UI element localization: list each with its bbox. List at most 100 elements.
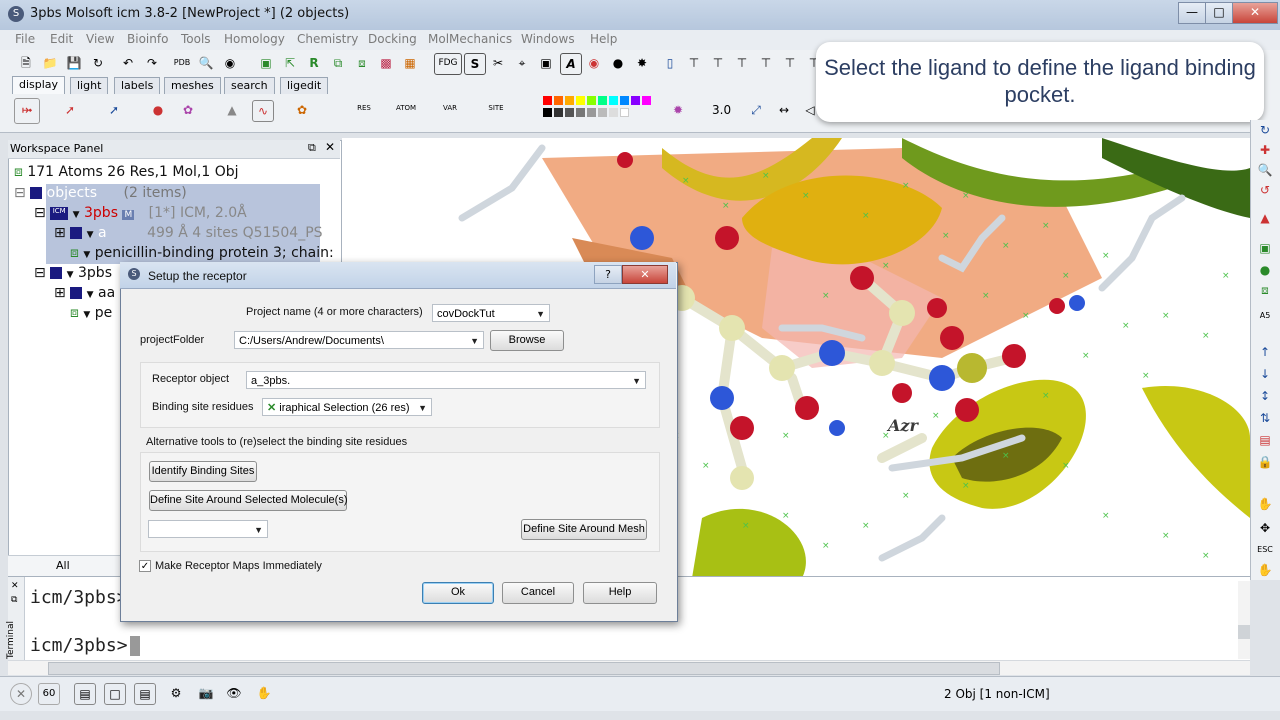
menu-molmechanics[interactable]: MolMechanics bbox=[428, 32, 512, 46]
atom-label-icon[interactable]: ATOM bbox=[396, 98, 416, 118]
dialog-close-button[interactable]: ✕ bbox=[622, 265, 668, 284]
terminal-scroll-thumb[interactable] bbox=[1238, 625, 1250, 639]
tag-icon[interactable]: ◉ bbox=[220, 53, 240, 73]
green-tool-icon[interactable]: ⧈ bbox=[1255, 280, 1275, 300]
grid-icon[interactable]: ▦ bbox=[400, 53, 420, 73]
settings-icon[interactable]: ⚙ bbox=[166, 683, 186, 703]
transform-icon[interactable]: ⧈ bbox=[352, 53, 372, 73]
maps-checkbox[interactable]: ✓ bbox=[139, 560, 151, 572]
zoom-icon[interactable]: 🔍 bbox=[1255, 160, 1275, 180]
objects-row[interactable]: ⊟ objects (2 items) bbox=[14, 185, 187, 201]
align-top-icon[interactable]: ▯ bbox=[660, 53, 680, 73]
s-button[interactable]: S bbox=[464, 53, 486, 75]
collapse-icon[interactable]: ⊟ bbox=[14, 185, 26, 201]
cross-arrows-icon[interactable]: ✥ bbox=[1255, 518, 1275, 538]
expand-icon[interactable]: ⊞ bbox=[54, 225, 66, 241]
mesh-select-combo[interactable]: ▼ bbox=[148, 520, 268, 538]
menu-edit[interactable]: Edit bbox=[50, 32, 73, 46]
green-sphere-icon[interactable]: ● bbox=[1255, 260, 1275, 280]
display-wire-icon[interactable]: ⤠ bbox=[14, 98, 40, 124]
var-label-icon[interactable]: VAR bbox=[440, 98, 460, 118]
a5-icon[interactable]: A5 bbox=[1255, 306, 1275, 326]
menu-bioinfo[interactable]: Bioinfo bbox=[127, 32, 168, 46]
menu-chemistry[interactable]: Chemistry bbox=[297, 32, 358, 46]
protein-row[interactable]: ⧈ ▼ penicillin-binding protein 3; chain: bbox=[70, 245, 334, 261]
obj1-row[interactable]: ⊟ ICM ▼ 3pbs M [1*] ICM, 2.0Å bbox=[34, 205, 247, 221]
receptor-object-combo[interactable]: a_3pbs. ▼ bbox=[246, 371, 646, 389]
hand-icon[interactable]: ✋ bbox=[1255, 560, 1275, 580]
project-folder-combo[interactable]: C:/Users/Andrew/Documents\ ▼ bbox=[234, 331, 484, 349]
window-toggle-icon[interactable]: □ bbox=[104, 683, 126, 705]
swatch-orange[interactable] bbox=[554, 96, 563, 105]
wand-icon[interactable]: ✸ bbox=[632, 53, 652, 73]
swatch-yellow[interactable] bbox=[576, 96, 585, 105]
define-site-selected-button[interactable]: Define Site Around Selected Molecule(s) bbox=[149, 490, 348, 511]
project-name-combo[interactable]: covDockTut ▼ bbox=[432, 304, 550, 322]
move-down-icon[interactable]: ↓ bbox=[1255, 364, 1275, 384]
float-panel-icon[interactable]: ⧉ bbox=[308, 141, 316, 155]
terminal-float-icon[interactable]: ⧉ bbox=[11, 595, 17, 605]
scissors-icon[interactable]: ✂ bbox=[488, 53, 508, 73]
swatch-red[interactable] bbox=[543, 96, 552, 105]
terminal-scrollbar[interactable] bbox=[1238, 581, 1250, 659]
redo-icon[interactable]: ↷ bbox=[142, 53, 162, 73]
identify-binding-sites-button[interactable]: Identify Binding Sites bbox=[149, 461, 257, 482]
stripe-icon[interactable]: ▤ bbox=[1255, 430, 1275, 450]
hand-rotate-icon[interactable]: ✋ bbox=[1255, 494, 1275, 514]
aa-row[interactable]: ⊞ ▼ aa bbox=[54, 285, 115, 301]
color-palette[interactable] bbox=[543, 96, 667, 122]
swatch-gray4[interactable] bbox=[587, 108, 596, 117]
save-icon[interactable]: 💾 bbox=[64, 53, 84, 73]
terminal-close-icon[interactable]: ✕ bbox=[11, 581, 19, 591]
expand-icon[interactable]: ⊞ bbox=[54, 285, 66, 301]
workspace-toggle-icon[interactable]: ▤ bbox=[74, 683, 96, 705]
distance-icon[interactable]: ↔ bbox=[774, 100, 794, 120]
menu-homology[interactable]: Homology bbox=[224, 32, 285, 46]
color-wheel-icon[interactable]: ✹ bbox=[668, 100, 688, 120]
undo-icon[interactable]: ↶ bbox=[118, 53, 138, 73]
swatch-gray2[interactable] bbox=[565, 108, 574, 117]
menu-view[interactable]: View bbox=[86, 32, 114, 46]
box-icon[interactable]: ▣ bbox=[536, 53, 556, 73]
swatch-lime[interactable] bbox=[587, 96, 596, 105]
pdb-icon[interactable]: PDB bbox=[172, 53, 192, 73]
swatch-black[interactable] bbox=[543, 108, 552, 117]
swatch-cyan[interactable] bbox=[609, 96, 618, 105]
menu-tools[interactable]: Tools bbox=[181, 32, 211, 46]
maximize-button[interactable]: □ bbox=[1205, 2, 1233, 24]
swatch-violet[interactable] bbox=[631, 96, 640, 105]
swatch-green[interactable] bbox=[598, 96, 607, 105]
align-icon-2[interactable]: ⊤ bbox=[708, 53, 728, 73]
minimize-button[interactable]: — bbox=[1178, 2, 1206, 24]
app-icon[interactable]: S bbox=[8, 6, 24, 22]
tab-light[interactable]: light bbox=[70, 77, 109, 94]
cpk-icon[interactable]: ✿ bbox=[178, 100, 198, 120]
close-button[interactable]: ✕ bbox=[1232, 2, 1278, 24]
menu-docking[interactable]: Docking bbox=[368, 32, 417, 46]
swatch-gray1[interactable] bbox=[554, 108, 563, 117]
help-button[interactable]: Help bbox=[583, 582, 657, 604]
binding-site-combo[interactable]: ✕ iraphical Selection (26 res) ▼ bbox=[262, 398, 432, 416]
stop-icon[interactable]: ✕ bbox=[10, 683, 32, 705]
zoom-value[interactable]: 3.0 bbox=[712, 103, 731, 117]
dialog-help-button[interactable]: ? bbox=[594, 265, 622, 284]
move-both-icon[interactable]: ↕ bbox=[1255, 386, 1275, 406]
stick-icon[interactable]: ➚ bbox=[104, 100, 124, 120]
terminal-prompt[interactable]: icm/3pbs> bbox=[30, 635, 140, 656]
align-icon-1[interactable]: ⊤ bbox=[684, 53, 704, 73]
collapse-icon[interactable]: ⊟ bbox=[34, 265, 46, 281]
horizontal-scroll-thumb[interactable] bbox=[48, 662, 1000, 675]
compress-icon[interactable]: ⇅ bbox=[1255, 408, 1275, 428]
menu-file[interactable]: File bbox=[15, 32, 35, 46]
esc-icon[interactable]: ESC bbox=[1255, 540, 1275, 560]
obj1-child-row[interactable]: ⊞ ▼ a 499 Å 4 sites Q51504_PS bbox=[54, 225, 323, 241]
tab-search[interactable]: search bbox=[224, 77, 275, 94]
res-label-icon[interactable]: RES bbox=[354, 98, 374, 118]
horizontal-scrollbar[interactable] bbox=[8, 660, 1250, 675]
surface-icon[interactable]: ▲ bbox=[222, 100, 242, 120]
swatch-gray6[interactable] bbox=[609, 108, 618, 117]
shape-icon[interactable]: ▩ bbox=[376, 53, 396, 73]
lock-icon[interactable]: 🔒 bbox=[1255, 452, 1275, 472]
move-up-icon[interactable]: ↑ bbox=[1255, 342, 1275, 362]
crosshair-icon[interactable]: ⌖ bbox=[512, 53, 532, 73]
